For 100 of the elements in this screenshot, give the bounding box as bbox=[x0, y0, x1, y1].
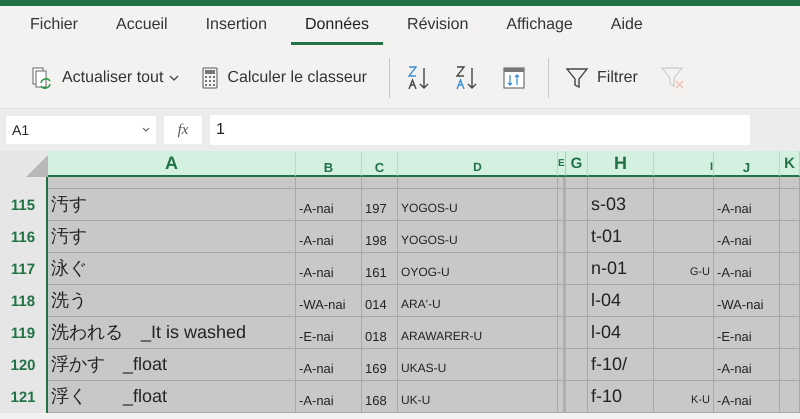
ribbon-tab[interactable]: Fichier bbox=[16, 10, 92, 44]
table-cell bbox=[780, 349, 800, 381]
table-cell: -WA-nai bbox=[714, 285, 780, 317]
table-cell: 浮く _float bbox=[48, 381, 296, 413]
table-cell: f-10 bbox=[588, 381, 654, 413]
table-cell: n-01 bbox=[588, 253, 654, 285]
table-cell: -A-nai bbox=[714, 349, 780, 381]
table-cell: -E-nai bbox=[296, 317, 362, 349]
table-cell bbox=[566, 349, 588, 381]
table-cell: G-U bbox=[654, 253, 714, 285]
calculate-button[interactable]: Calculer le classeur bbox=[193, 62, 375, 94]
table-cell bbox=[780, 221, 800, 253]
button-label: Calculer le classeur bbox=[227, 69, 367, 87]
table-cell: 018 bbox=[362, 317, 398, 349]
table-cell bbox=[654, 177, 714, 189]
table-cell: 198 bbox=[362, 221, 398, 253]
button-label: Actualiser tout bbox=[62, 69, 164, 87]
table-cell: 洗う bbox=[48, 285, 296, 317]
table-cell bbox=[714, 177, 780, 189]
table-cell bbox=[566, 221, 588, 253]
table-cell bbox=[566, 285, 588, 317]
table-cell: OYOG-U bbox=[398, 253, 558, 285]
refresh-button[interactable]: Actualiser tout bbox=[22, 62, 188, 94]
table-cell: 169 bbox=[362, 349, 398, 381]
table-cell: l-04 bbox=[588, 317, 654, 349]
column-header[interactable]: H bbox=[588, 151, 654, 177]
calculator-icon bbox=[201, 66, 220, 90]
filter-button[interactable]: Filtrer bbox=[557, 62, 646, 94]
table-cell bbox=[566, 253, 588, 285]
table-cell: t-01 bbox=[588, 221, 654, 253]
table-cell: 浮かす _float bbox=[48, 349, 296, 381]
column-header[interactable]: E bbox=[558, 151, 566, 177]
table-cell bbox=[654, 221, 714, 253]
table-cell: K-U bbox=[654, 381, 714, 413]
column-header[interactable]: K bbox=[780, 151, 800, 177]
table-cell: 泳ぐ bbox=[48, 253, 296, 285]
table-cell: s-03 bbox=[588, 189, 654, 221]
row-number[interactable]: 115 bbox=[0, 189, 48, 221]
insert-function-button[interactable]: fx bbox=[164, 116, 202, 144]
table-cell bbox=[296, 177, 362, 189]
table-cell: YOGOS-U bbox=[398, 189, 558, 221]
table-cell: 014 bbox=[362, 285, 398, 317]
table-cell bbox=[566, 177, 588, 189]
table-cell bbox=[566, 381, 588, 413]
table-cell: 161 bbox=[362, 253, 398, 285]
table-cell bbox=[780, 317, 800, 349]
clear-filter-icon bbox=[660, 65, 686, 91]
ribbon-tab[interactable]: Révision bbox=[393, 10, 482, 44]
table-cell: 168 bbox=[362, 381, 398, 413]
table-cell bbox=[654, 285, 714, 317]
row-number[interactable]: 119 bbox=[0, 317, 48, 349]
table-cell bbox=[780, 381, 800, 413]
table-cell: YOGOS-U bbox=[398, 221, 558, 253]
table-cell: -A-nai bbox=[714, 253, 780, 285]
ribbon-tab[interactable]: Insertion bbox=[192, 10, 281, 44]
table-cell: 汚す bbox=[48, 221, 296, 253]
table-cell: -A-nai bbox=[296, 221, 362, 253]
table-cell: -WA-nai bbox=[296, 285, 362, 317]
row-number[interactable]: 120 bbox=[0, 349, 48, 381]
table-cell: ARAWARER-U bbox=[398, 317, 558, 349]
caret-icon[interactable] bbox=[169, 74, 180, 82]
table-cell bbox=[654, 349, 714, 381]
column-header[interactable]: D bbox=[398, 151, 558, 177]
table-cell: -A-nai bbox=[296, 189, 362, 221]
row-number[interactable]: 121 bbox=[0, 381, 48, 413]
table-cell: 197 bbox=[362, 189, 398, 221]
row-number[interactable]: 118 bbox=[0, 285, 48, 317]
table-cell: 汚す bbox=[48, 189, 296, 221]
ribbon-tab[interactable]: Aide bbox=[596, 10, 657, 44]
table-cell: ARA'-U bbox=[398, 285, 558, 317]
table-cell: UK-U bbox=[398, 381, 558, 413]
table-cell: -A-nai bbox=[714, 189, 780, 221]
column-header[interactable]: J bbox=[714, 151, 780, 177]
table-cell: -A-nai bbox=[296, 349, 362, 381]
button-label: Filtrer bbox=[597, 69, 638, 87]
ribbon-tab[interactable]: Accueil bbox=[102, 10, 182, 44]
table-cell: -A-nai bbox=[296, 381, 362, 413]
column-header[interactable]: A bbox=[48, 151, 296, 177]
table-cell: 洗われる _It is washed bbox=[48, 317, 296, 349]
filter-icon bbox=[565, 66, 589, 90]
ribbon-tab[interactable]: Données bbox=[290, 10, 384, 44]
ribbon-tab[interactable]: Affichage bbox=[492, 10, 587, 44]
table-cell: -A-nai bbox=[296, 253, 362, 285]
table-cell bbox=[588, 177, 654, 189]
name-box[interactable]: A1 bbox=[6, 116, 156, 144]
table-cell: -E-nai bbox=[714, 317, 780, 349]
row-number[interactable]: 116 bbox=[0, 221, 48, 253]
table-cell: UKAS-U bbox=[398, 349, 558, 381]
column-header[interactable]: C bbox=[362, 151, 398, 177]
table-cell bbox=[780, 253, 800, 285]
table-cell: f-10/ bbox=[588, 349, 654, 381]
formula-input[interactable]: 1 bbox=[210, 115, 750, 145]
table-cell bbox=[654, 189, 714, 221]
table-cell bbox=[362, 177, 398, 189]
column-header[interactable]: I bbox=[654, 151, 714, 177]
column-header[interactable]: B bbox=[296, 151, 362, 177]
column-header[interactable]: G bbox=[566, 151, 588, 177]
table-cell bbox=[780, 189, 800, 221]
row-number[interactable]: 117 bbox=[0, 253, 48, 285]
table-cell: -A-nai bbox=[714, 221, 780, 253]
